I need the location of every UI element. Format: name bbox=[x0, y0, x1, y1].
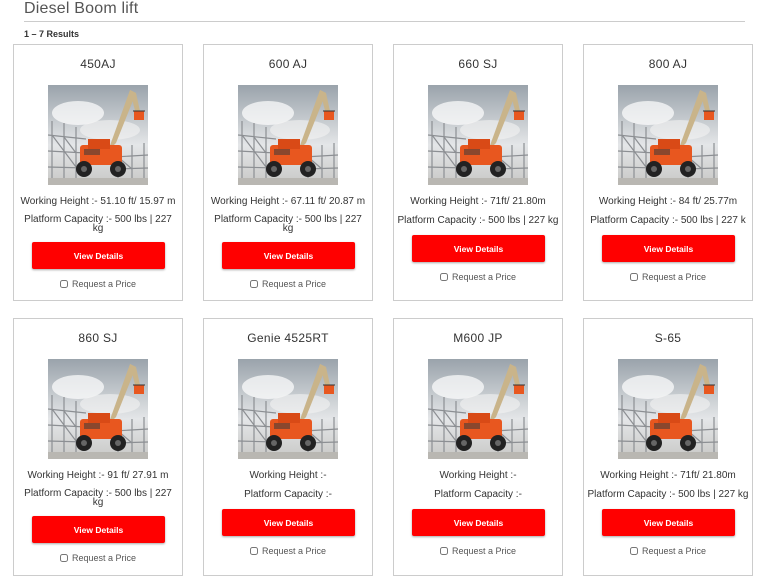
request-price[interactable]: Request a Price bbox=[14, 279, 182, 289]
request-price[interactable]: Request a Price bbox=[394, 272, 562, 282]
working-height: Working Height :- 67.11 ft/ 20.87 m bbox=[210, 196, 366, 207]
request-price-label: Request a Price bbox=[451, 272, 517, 282]
platform-capacity-line2: kg bbox=[92, 223, 104, 234]
request-price[interactable]: Request a Price bbox=[394, 546, 562, 556]
platform-capacity: Platform Capacity :- 500 lbs | 227 k bbox=[590, 215, 746, 226]
platform-capacity: Platform Capacity :- 500 lbs | 227 kg bbox=[397, 215, 559, 226]
product-name: 450AJ bbox=[80, 57, 116, 71]
request-price-label: Request a Price bbox=[641, 272, 707, 282]
product-image[interactable] bbox=[238, 85, 338, 185]
request-price[interactable]: Request a Price bbox=[204, 546, 372, 556]
product-name: M600 JP bbox=[453, 331, 503, 345]
product-image[interactable] bbox=[48, 359, 148, 459]
request-price-checkbox[interactable] bbox=[439, 273, 448, 281]
product-card: Genie 4525RT Working Height :- Platform … bbox=[203, 318, 373, 576]
view-details-button[interactable]: View Details bbox=[32, 242, 165, 269]
working-height: Working Height :- 51.10 ft/ 15.97 m bbox=[20, 196, 176, 207]
product-card: 450AJ Working Height :- 51.10 ft/ 15.97 … bbox=[13, 44, 183, 301]
request-price[interactable]: Request a Price bbox=[204, 279, 372, 289]
product-name: 660 SJ bbox=[458, 57, 498, 71]
view-details-button[interactable]: View Details bbox=[412, 509, 545, 536]
request-price-label: Request a Price bbox=[71, 279, 137, 289]
platform-capacity: Platform Capacity :- bbox=[244, 489, 332, 500]
page-title: Diesel Boom lift bbox=[24, 0, 139, 17]
product-name: 860 SJ bbox=[78, 331, 118, 345]
platform-capacity: Platform Capacity :- 500 lbs | 227 kg bbox=[14, 215, 182, 234]
request-price-checkbox[interactable] bbox=[59, 554, 68, 562]
working-height: Working Height :- 91 ft/ 27.91 m bbox=[27, 470, 169, 481]
working-height: Working Height :- bbox=[439, 470, 517, 481]
product-image[interactable] bbox=[428, 85, 528, 185]
request-price[interactable]: Request a Price bbox=[584, 546, 752, 556]
view-details-button[interactable]: View Details bbox=[222, 509, 355, 536]
product-name: S-65 bbox=[654, 331, 682, 345]
request-price-label: Request a Price bbox=[261, 279, 327, 289]
platform-capacity: Platform Capacity :- 500 lbs | 227 kg bbox=[587, 489, 749, 500]
request-price[interactable]: Request a Price bbox=[584, 272, 752, 282]
platform-capacity: Platform Capacity :- 500 lbs | 227 kg bbox=[14, 489, 182, 508]
request-price-checkbox[interactable] bbox=[439, 547, 448, 555]
view-details-button[interactable]: View Details bbox=[412, 235, 545, 262]
view-details-button[interactable]: View Details bbox=[32, 516, 165, 543]
working-height: Working Height :- bbox=[249, 470, 327, 481]
request-price[interactable]: Request a Price bbox=[14, 553, 182, 563]
results-count: 1 – 7 Results bbox=[24, 29, 80, 39]
view-details-button[interactable]: View Details bbox=[222, 242, 355, 269]
working-height: Working Height :- 71ft/ 21.80m bbox=[600, 470, 736, 481]
product-card: S-65 Working Height :- 71ft/ 21.80m Plat… bbox=[583, 318, 753, 576]
product-card: 800 AJ Working Height :- 84 ft/ 25.77m P… bbox=[583, 44, 753, 301]
request-price-label: Request a Price bbox=[451, 546, 517, 556]
product-name: Genie 4525RT bbox=[247, 331, 329, 345]
product-image[interactable] bbox=[48, 85, 148, 185]
platform-capacity-line2: kg bbox=[282, 223, 294, 234]
product-name: 800 AJ bbox=[648, 57, 688, 71]
request-price-label: Request a Price bbox=[71, 553, 137, 563]
request-price-checkbox[interactable] bbox=[629, 547, 638, 555]
working-height: Working Height :- 71ft/ 21.80m bbox=[410, 196, 546, 207]
request-price-checkbox[interactable] bbox=[59, 280, 68, 288]
platform-capacity: Platform Capacity :- bbox=[434, 489, 522, 500]
platform-capacity: Platform Capacity :- 500 lbs | 227 kg bbox=[204, 215, 372, 234]
product-name: 600 AJ bbox=[268, 57, 308, 71]
request-price-checkbox[interactable] bbox=[249, 280, 258, 288]
product-image[interactable] bbox=[238, 359, 338, 459]
product-card: 660 SJ Working Height :- 71ft/ 21.80m Pl… bbox=[393, 44, 563, 301]
product-card: 860 SJ Working Height :- 91 ft/ 27.91 m … bbox=[13, 318, 183, 576]
platform-capacity-line2: kg bbox=[92, 497, 104, 508]
product-image[interactable] bbox=[618, 359, 718, 459]
request-price-label: Request a Price bbox=[261, 546, 327, 556]
view-details-button[interactable]: View Details bbox=[602, 235, 735, 262]
request-price-checkbox[interactable] bbox=[249, 547, 258, 555]
product-image[interactable] bbox=[428, 359, 528, 459]
request-price-label: Request a Price bbox=[641, 546, 707, 556]
view-details-button[interactable]: View Details bbox=[602, 509, 735, 536]
product-image[interactable] bbox=[618, 85, 718, 185]
product-card: M600 JP Working Height :- Platform Capac… bbox=[393, 318, 563, 576]
product-card: 600 AJ Working Height :- 67.11 ft/ 20.87… bbox=[203, 44, 373, 301]
working-height: Working Height :- 84 ft/ 25.77m bbox=[598, 196, 738, 207]
request-price-checkbox[interactable] bbox=[629, 273, 638, 281]
title-divider bbox=[24, 21, 745, 22]
